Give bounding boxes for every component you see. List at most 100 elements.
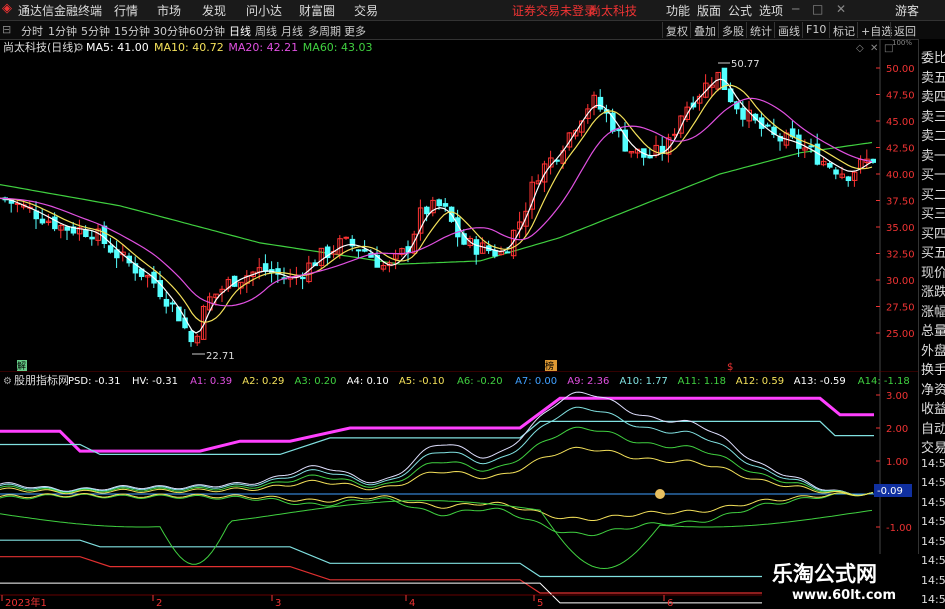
menu-item-caifuquan[interactable]: 财富圈 bbox=[299, 2, 335, 19]
side-panel-label: 买三 bbox=[921, 207, 945, 222]
side-panel-label: 14:56 bbox=[921, 593, 945, 606]
period-monthly[interactable]: 月线 bbox=[281, 23, 303, 39]
price-chart[interactable]: 尚太科技(日线) ⚙ MA5: 41.00 MA10: 40.72 MA20: 42… bbox=[0, 39, 918, 372]
huaxian-button[interactable]: 画线 bbox=[774, 22, 803, 38]
diejia-button[interactable]: 叠加 bbox=[690, 22, 719, 38]
menu-item-wenxiaoda[interactable]: 问小达 bbox=[246, 2, 282, 19]
period-fenshi[interactable]: 分时 bbox=[21, 23, 43, 39]
indicator-legend-item: PSD: -0.31 bbox=[68, 376, 121, 387]
period-15min[interactable]: 15分钟 bbox=[114, 23, 150, 39]
period-multi[interactable]: 多周期 bbox=[308, 23, 341, 39]
side-panel-label: 卖一 bbox=[921, 148, 945, 164]
a14-line bbox=[0, 500, 873, 570]
login-notice[interactable]: 证券交易未登录 bbox=[512, 2, 596, 19]
y-scale-top-label: 100% bbox=[892, 39, 912, 47]
candle-body bbox=[442, 203, 449, 207]
period-5min[interactable]: 5分钟 bbox=[81, 23, 110, 39]
side-panel-label: 收益 bbox=[921, 402, 945, 417]
period-daily[interactable]: 日线 bbox=[229, 23, 251, 39]
side-panel-label: 外盘 bbox=[921, 343, 945, 359]
menu-item-banmian[interactable]: 版面 bbox=[697, 2, 721, 19]
price-y-tick-label: 27.50 bbox=[886, 303, 915, 314]
side-panel-label: 卖四 bbox=[921, 90, 945, 105]
app-title: 通达信金融终端 bbox=[18, 4, 103, 18]
minimize-icon[interactable]: ─ bbox=[792, 2, 799, 16]
candle-body bbox=[39, 218, 46, 224]
side-panel-label: 卖三 bbox=[921, 109, 945, 125]
indicator-legend: PSD: -0.31 HV: -0.31 A1: 0.39 A2: 0.29 A3: 0… bbox=[68, 376, 910, 387]
fuquan-button[interactable]: 复权 bbox=[662, 22, 691, 38]
candle-body bbox=[262, 263, 269, 272]
menu-item-faxian[interactable]: 发现 bbox=[202, 2, 226, 19]
settings-gear-icon[interactable]: ⚙ bbox=[74, 41, 84, 54]
menu-item-jiaoyi[interactable]: 交易 bbox=[354, 2, 378, 19]
candle-body bbox=[89, 236, 95, 240]
candle-body bbox=[833, 169, 839, 175]
x-tick-label: 2023年1 bbox=[5, 596, 47, 609]
candle-body bbox=[808, 145, 814, 148]
toolbar-menu-icon[interactable]: ⊟ bbox=[2, 23, 11, 36]
side-panel-label: 买五 bbox=[921, 246, 945, 261]
stock-title: 尚太科技 bbox=[589, 4, 638, 18]
side-panel-label: 涨幅 bbox=[921, 304, 945, 320]
restore-icon[interactable]: □ bbox=[812, 2, 823, 16]
oscillator-line bbox=[0, 492, 874, 537]
side-panel-label: 现价 bbox=[921, 265, 945, 281]
menu-item-hangqing[interactable]: 行情 bbox=[114, 2, 138, 19]
candle-body bbox=[473, 239, 480, 255]
period-weekly[interactable]: 周线 bbox=[255, 23, 277, 39]
side-panel-label: 净资 bbox=[921, 382, 945, 398]
oscillator-line bbox=[0, 391, 874, 496]
period-1min[interactable]: 1分钟 bbox=[48, 23, 77, 39]
candle-body bbox=[597, 96, 604, 110]
side-panel-label: 14:56 bbox=[921, 515, 945, 528]
candle-body bbox=[188, 331, 194, 343]
menu-item-shichang[interactable]: 市场 bbox=[157, 2, 181, 19]
biaoji-button[interactable]: 标记 bbox=[829, 22, 858, 38]
ind-y-tick-label: 2.00 bbox=[886, 424, 908, 435]
pane-close-icon[interactable]: ✕ bbox=[870, 43, 878, 54]
side-panel-label: 14:56 bbox=[921, 495, 945, 509]
jie-marker-label: 解 bbox=[17, 360, 26, 372]
price-y-tick-label: 47.50 bbox=[886, 91, 915, 102]
price-y-tick-label: 25.00 bbox=[886, 329, 915, 340]
ind-y-tick-label: 3.00 bbox=[886, 391, 908, 402]
indicator-y-axis: 3.00 2.00 1.00 -1.00 bbox=[876, 391, 912, 534]
ma-legend-item: MA5: 41.00 bbox=[86, 41, 149, 54]
period-60min[interactable]: 60分钟 bbox=[189, 23, 225, 39]
f10-button[interactable]: F10 bbox=[802, 22, 829, 38]
price-y-tick-label: 35.00 bbox=[886, 223, 915, 234]
price-y-tick-label: 32.50 bbox=[886, 250, 915, 261]
candle-body bbox=[504, 251, 511, 254]
period-more[interactable]: 更多 bbox=[344, 23, 366, 39]
menu-item-xuanxiang[interactable]: 选项 bbox=[759, 2, 783, 19]
side-panel-label: 14:56 bbox=[921, 456, 945, 470]
watermark-title: 乐淘公式网 bbox=[772, 562, 877, 586]
menu-item-gongneng[interactable]: 功能 bbox=[666, 2, 690, 19]
tongji-button[interactable]: 统计 bbox=[746, 22, 775, 38]
candle-body bbox=[33, 210, 39, 220]
duogu-button[interactable]: 多股 bbox=[718, 22, 747, 38]
candle-body bbox=[64, 226, 70, 231]
price-y-tick-label: 45.00 bbox=[886, 117, 915, 128]
side-panel-label: 换手 bbox=[921, 363, 945, 378]
period-30min[interactable]: 30分钟 bbox=[153, 23, 189, 39]
a15-band-line bbox=[0, 539, 874, 578]
indicator-legend-item: A9: 2.36 bbox=[567, 376, 609, 387]
ma-legend-item: MA60: 43.03 bbox=[303, 41, 373, 54]
x-tick-label: 5 bbox=[537, 598, 543, 609]
indicator-legend-item: A13: -0.59 bbox=[794, 376, 846, 387]
guest-label[interactable]: 游客 bbox=[895, 2, 919, 19]
side-panel-label: 14:56 bbox=[921, 534, 945, 548]
candle-body bbox=[362, 249, 368, 252]
close-icon[interactable]: ✕ bbox=[836, 2, 846, 16]
side-panel-label: 14:56 bbox=[921, 554, 945, 567]
candle-body bbox=[616, 129, 622, 132]
side-panel-label: 买一 bbox=[921, 168, 945, 183]
indicator-gear-icon[interactable]: ⚙ bbox=[3, 376, 12, 387]
side-panel-label: 14:56 bbox=[921, 476, 945, 489]
x-tick-label: 4 bbox=[409, 598, 415, 609]
candle-body bbox=[107, 245, 114, 253]
menu-item-gongshi[interactable]: 公式 bbox=[728, 2, 752, 19]
fanhui-button[interactable]: 返回 bbox=[890, 22, 919, 38]
